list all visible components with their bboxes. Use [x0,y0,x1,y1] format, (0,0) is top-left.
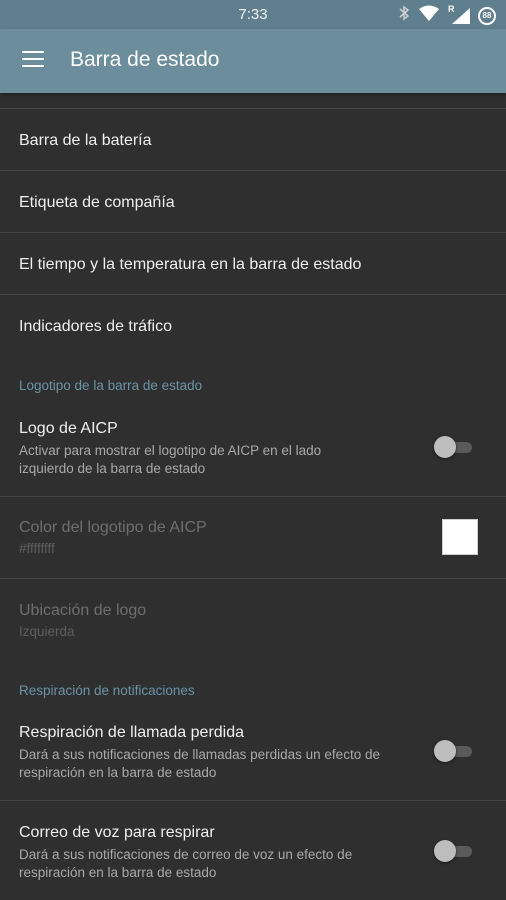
section-header-logo: Logotipo de la barra de estado [19,378,203,393]
bluetooth-icon [398,5,410,26]
pref-title: Respiración de llamada perdida [19,724,245,741]
pref-battery-bar[interactable]: Barra de la batería [0,109,506,170]
pref-title: Etiqueta de compañía [19,194,175,211]
section-header-breathing: Respiración de notificaciones [19,683,195,698]
app-bar: Barra de estado [0,29,506,93]
pref-summary: Izquierda [19,624,75,639]
pref-title: Barra de la batería [19,132,152,149]
toggle-thumb [434,436,456,458]
pref-title: Indicadores de tráfico [19,318,172,335]
divider [0,800,506,801]
aicp-logo-toggle[interactable] [434,436,474,458]
pref-summary: #ffffffff [19,541,55,556]
pref-logo-location: Ubicación de logo Izquierda [0,579,506,659]
pref-title: El tiempo y la temperatura en la barra d… [19,256,362,273]
voicemail-toggle[interactable] [434,840,474,862]
page-title: Barra de estado [70,48,220,71]
pref-summary: Activar para mostrar el logotipo de AICP… [19,443,322,476]
status-bar: 7:33 R 88 [0,0,506,29]
battery-icon: 88 [478,6,496,25]
logo-color-swatch [442,519,478,555]
pref-summary: Dará a sus notificaciones de correo de v… [19,847,353,880]
toggle-thumb [434,840,456,862]
toggle-thumb [434,740,456,762]
pref-voicemail[interactable]: Correo de voz para respirar Dará a sus n… [0,814,506,900]
pref-title: Logo de AICP [19,420,118,437]
pref-title: Ubicación de logo [19,602,147,619]
wifi-icon [418,5,440,26]
roaming-indicator: R [448,3,455,14]
pref-traffic[interactable]: Indicadores de tráfico [0,295,506,356]
missed-call-toggle[interactable] [434,740,474,762]
pref-summary: Dará a sus notificaciones de llamadas pe… [19,747,380,780]
pref-title: Color del logotipo de AICP [19,519,207,536]
battery-level: 88 [482,10,492,20]
status-icons: R 88 [398,4,496,26]
pref-aicp-logo[interactable]: Logo de AICP Activar para mostrar el log… [0,410,506,496]
hamburger-menu-icon[interactable] [22,51,44,69]
pref-logo-color: Color del logotipo de AICP #ffffffff [0,497,506,578]
pref-carrier-label[interactable]: Etiqueta de compañía [0,171,506,232]
pref-missed-call[interactable]: Respiración de llamada perdida Dará a su… [0,714,506,800]
signal-roaming-icon: R [448,4,470,24]
pref-title: Correo de voz para respirar [19,824,215,841]
pref-weather[interactable]: El tiempo y la temperatura en la barra d… [0,233,506,294]
